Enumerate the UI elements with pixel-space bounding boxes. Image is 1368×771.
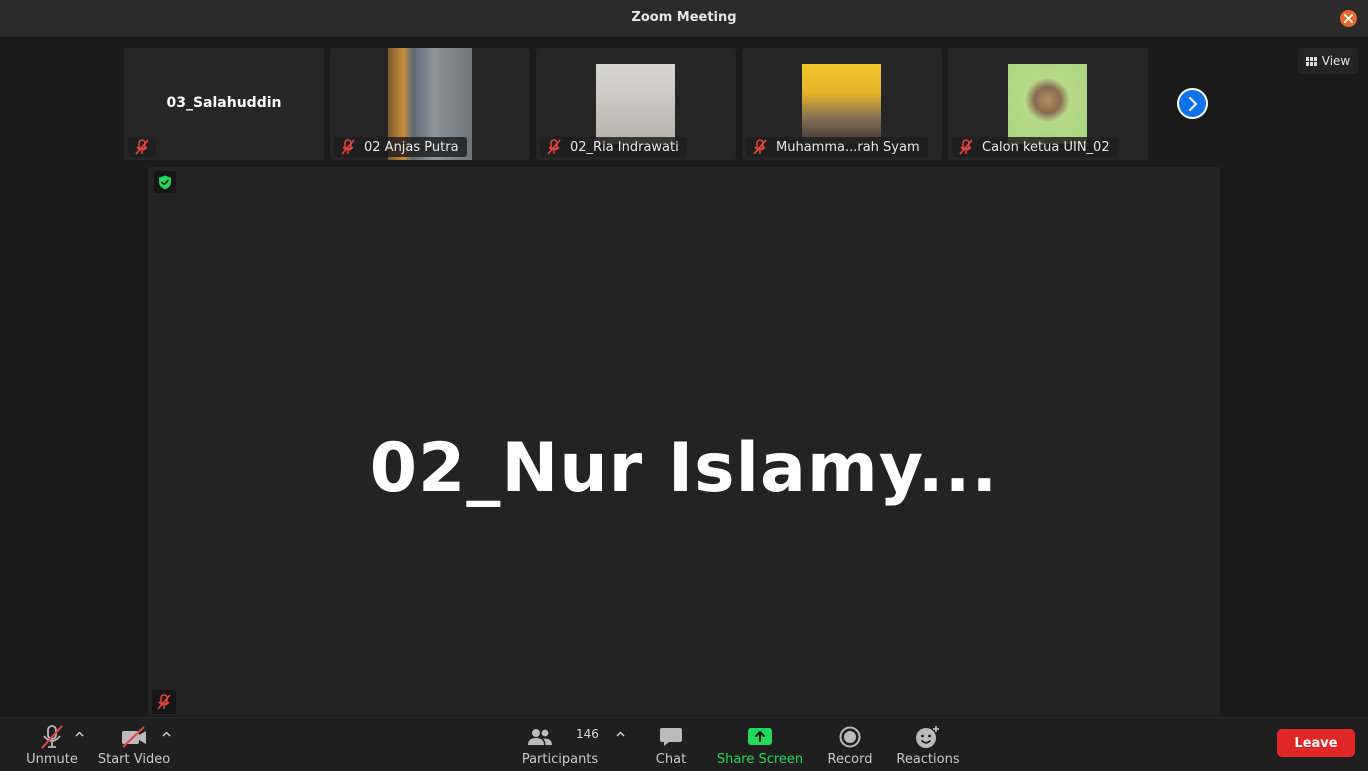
participant-name: 02 Anjas Putra bbox=[364, 139, 459, 155]
muted-mic-icon bbox=[39, 722, 65, 752]
grid-view-icon bbox=[1305, 56, 1317, 66]
participants-icon bbox=[527, 722, 553, 752]
next-page-button[interactable] bbox=[1177, 88, 1208, 119]
participant-namebar: 02_Ria Indrawati bbox=[540, 137, 687, 157]
unmute-label: Unmute bbox=[26, 752, 78, 767]
chat-label: Chat bbox=[655, 752, 687, 767]
participant-video bbox=[802, 64, 881, 144]
muted-mic-icon bbox=[152, 690, 176, 714]
unmute-button[interactable]: Unmute bbox=[22, 718, 82, 771]
security-shield-icon[interactable] bbox=[154, 171, 176, 193]
view-button[interactable]: View bbox=[1298, 48, 1358, 74]
close-window-button[interactable] bbox=[1340, 10, 1357, 27]
chevron-up-icon bbox=[615, 731, 625, 737]
participants-count: 146 bbox=[576, 727, 599, 741]
participants-label: Participants bbox=[521, 752, 599, 767]
share-screen-label: Share Screen bbox=[716, 752, 804, 767]
participant-tile[interactable]: Calon ketua UIN_02 bbox=[948, 48, 1148, 160]
title-bar: Zoom Meeting bbox=[0, 0, 1368, 38]
participant-name: Calon ketua UIN_02 bbox=[982, 139, 1110, 155]
chat-button[interactable]: Chat bbox=[648, 718, 694, 771]
view-button-label: View bbox=[1321, 54, 1351, 68]
leave-button[interactable]: Leave bbox=[1277, 729, 1355, 757]
reactions-label: Reactions bbox=[896, 752, 960, 767]
chevron-up-icon bbox=[74, 731, 84, 737]
record-label: Record bbox=[827, 752, 873, 767]
participant-tile[interactable]: 02 Anjas Putra bbox=[330, 48, 530, 160]
participant-tile[interactable]: 03_Salahuddin bbox=[124, 48, 324, 160]
reactions-icon bbox=[915, 722, 941, 752]
chevron-up-icon bbox=[161, 731, 171, 737]
participants-options-caret[interactable] bbox=[613, 727, 627, 741]
participant-namebar: Muhamma...rah Syam bbox=[746, 137, 928, 157]
video-options-caret[interactable] bbox=[159, 727, 173, 741]
participant-namebar: 02 Anjas Putra bbox=[334, 137, 467, 157]
share-screen-button[interactable]: Share Screen bbox=[716, 718, 804, 771]
muted-mic-icon bbox=[544, 137, 564, 157]
participant-name: Muhamma...rah Syam bbox=[776, 139, 920, 155]
muted-mic-icon bbox=[132, 137, 152, 157]
muted-mic-icon bbox=[956, 137, 976, 157]
participants-button[interactable]: Participants bbox=[522, 718, 598, 771]
muted-mic-icon bbox=[750, 137, 770, 157]
participant-tile[interactable]: Muhamma...rah Syam bbox=[742, 48, 942, 160]
participant-name: 02_Ria Indrawati bbox=[570, 139, 679, 155]
participant-name-large: 03_Salahuddin bbox=[166, 95, 282, 111]
meeting-toolbar: Unmute Start Video Participants 146 Chat… bbox=[0, 717, 1368, 771]
participant-namebar: Calon ketua UIN_02 bbox=[952, 137, 1118, 157]
participant-namebar bbox=[128, 137, 156, 157]
participant-video bbox=[1008, 64, 1087, 144]
active-speaker-view: 02_Nur Islamy... bbox=[148, 167, 1220, 716]
record-button[interactable]: Record bbox=[824, 718, 876, 771]
participant-tile[interactable]: 02_Ria Indrawati bbox=[536, 48, 736, 160]
record-icon bbox=[839, 722, 861, 752]
participant-video bbox=[596, 64, 675, 144]
start-video-label: Start Video bbox=[97, 752, 171, 767]
start-video-button[interactable]: Start Video bbox=[98, 718, 170, 771]
share-screen-icon bbox=[747, 722, 773, 752]
chat-icon bbox=[659, 722, 683, 752]
close-icon bbox=[1344, 14, 1353, 23]
video-off-icon bbox=[120, 722, 148, 752]
active-speaker-name: 02_Nur Islamy... bbox=[369, 429, 999, 508]
muted-mic-icon bbox=[338, 137, 358, 157]
audio-options-caret[interactable] bbox=[72, 727, 86, 741]
chevron-right-icon bbox=[1188, 96, 1197, 111]
reactions-button[interactable]: Reactions bbox=[896, 718, 960, 771]
window-title: Zoom Meeting bbox=[631, 10, 737, 25]
